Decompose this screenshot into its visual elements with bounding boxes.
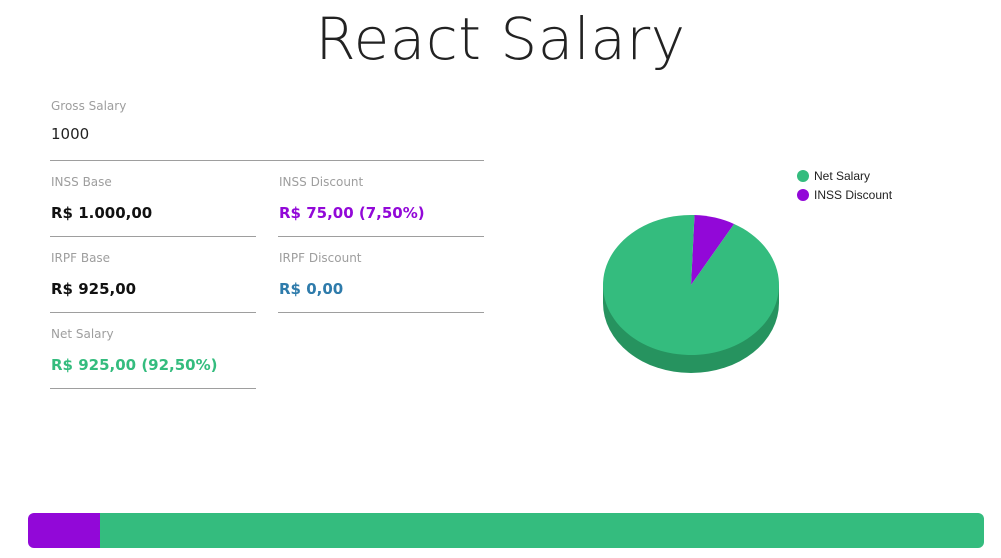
irpf-discount-field: IRPF Discount R$ 0,00 [278, 251, 484, 313]
inss-base-field: INSS Base R$ 1.000,00 [50, 175, 256, 237]
inss-discount-field: INSS Discount R$ 75,00 (7,50%) [278, 175, 484, 237]
net-salary-value: R$ 925,00 (92,50%) [51, 356, 218, 374]
bar-segment-net-salary [99, 513, 984, 548]
irpf-base-label: IRPF Base [51, 251, 111, 265]
legend-dot-net-salary [797, 170, 809, 182]
legend-dot-inss-discount [797, 189, 809, 201]
inss-base-value: R$ 1.000,00 [51, 204, 153, 222]
inss-discount-label: INSS Discount [279, 175, 364, 189]
pie-slice-net-salary[interactable] [603, 214, 779, 355]
irpf-discount-value: R$ 0,00 [279, 280, 344, 298]
inss-discount-value: R$ 75,00 (7,50%) [279, 204, 425, 222]
salary-pie-chart [603, 214, 779, 373]
chart-legend: Net Salary INSS Discount [797, 168, 894, 206]
inss-base-label: INSS Base [51, 175, 112, 189]
irpf-base-value: R$ 925,00 [51, 280, 137, 298]
gross-salary-label: Gross Salary [51, 99, 127, 113]
net-salary-label: Net Salary [51, 327, 114, 341]
legend-item-inss-discount[interactable]: INSS Discount [797, 187, 894, 203]
legend-item-net-salary[interactable]: Net Salary [797, 168, 894, 184]
page-title: React Salary [315, 5, 686, 73]
irpf-discount-label: IRPF Discount [279, 251, 362, 265]
net-salary-field: Net Salary R$ 925,00 (92,50%) [50, 327, 256, 389]
gross-salary-input[interactable] [50, 125, 482, 143]
legend-label-inss-discount: INSS Discount [814, 188, 893, 202]
legend-label-net-salary: Net Salary [814, 169, 871, 183]
gross-salary-field[interactable]: Gross Salary [50, 99, 484, 161]
irpf-base-field: IRPF Base R$ 925,00 [50, 251, 256, 313]
salary-proportion-bar [28, 513, 984, 548]
bar-segment-inss-discount [28, 513, 100, 548]
